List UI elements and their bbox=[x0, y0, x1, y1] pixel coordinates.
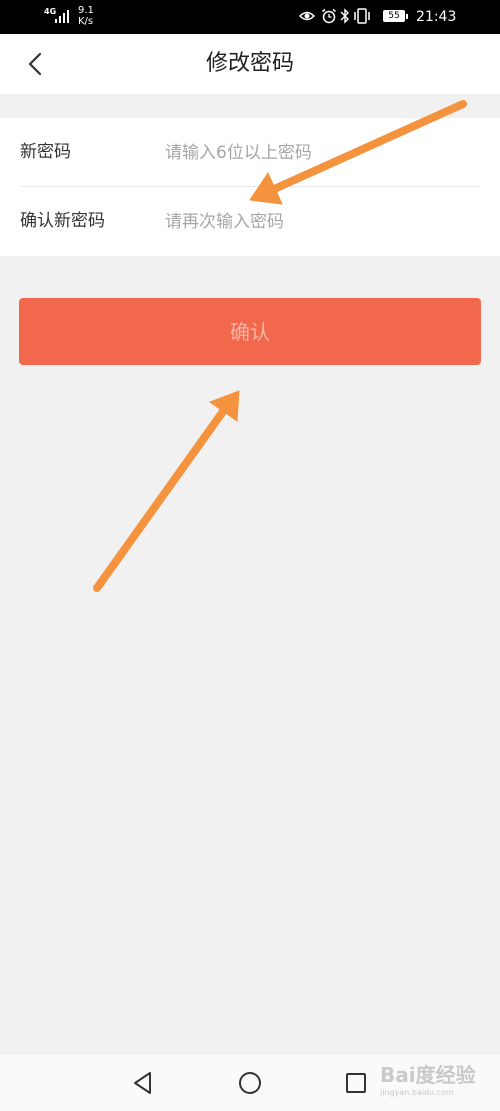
confirm-password-input[interactable] bbox=[165, 199, 475, 244]
square-recent-icon[interactable] bbox=[342, 1069, 370, 1097]
new-password-row: 新密码 bbox=[0, 118, 500, 187]
network-speed: 9.1 K/s bbox=[78, 5, 94, 27]
header-bar: 修改密码 bbox=[0, 34, 500, 94]
watermark-text: Bai度经验 bbox=[380, 1063, 476, 1087]
vibrate-icon bbox=[354, 8, 370, 24]
confirm-password-row: 确认新密码 bbox=[0, 187, 500, 256]
new-password-label: 新密码 bbox=[20, 142, 71, 162]
watermark: Bai度经验 jingyan.baidu.com bbox=[380, 1058, 500, 1108]
alarm-icon bbox=[322, 8, 336, 24]
arrow-to-confirm-button bbox=[93, 390, 240, 592]
battery-indicator: 55 bbox=[383, 10, 408, 22]
network-speed-unit: K/s bbox=[78, 16, 94, 27]
network-speed-value: 9.1 bbox=[78, 5, 94, 16]
chevron-left-icon bbox=[28, 52, 42, 76]
confirm-button[interactable]: 确认 bbox=[19, 298, 481, 365]
status-bar: 4G 9.1 K/s 55 21:43 bbox=[0, 0, 500, 34]
back-button[interactable] bbox=[14, 44, 54, 84]
circle-home-icon[interactable] bbox=[236, 1069, 264, 1097]
page-title: 修改密码 bbox=[205, 51, 294, 76]
triangle-back-icon[interactable] bbox=[129, 1069, 157, 1097]
new-password-input[interactable] bbox=[165, 130, 475, 175]
confirm-password-label: 确认新密码 bbox=[20, 211, 105, 231]
bluetooth-icon bbox=[340, 8, 349, 24]
signal-icon bbox=[55, 10, 69, 23]
watermark-subtext: jingyan.baidu.com bbox=[380, 1088, 454, 1097]
clock: 21:43 bbox=[416, 9, 457, 25]
password-form: 新密码 确认新密码 bbox=[0, 118, 500, 256]
eye-icon bbox=[299, 11, 315, 21]
